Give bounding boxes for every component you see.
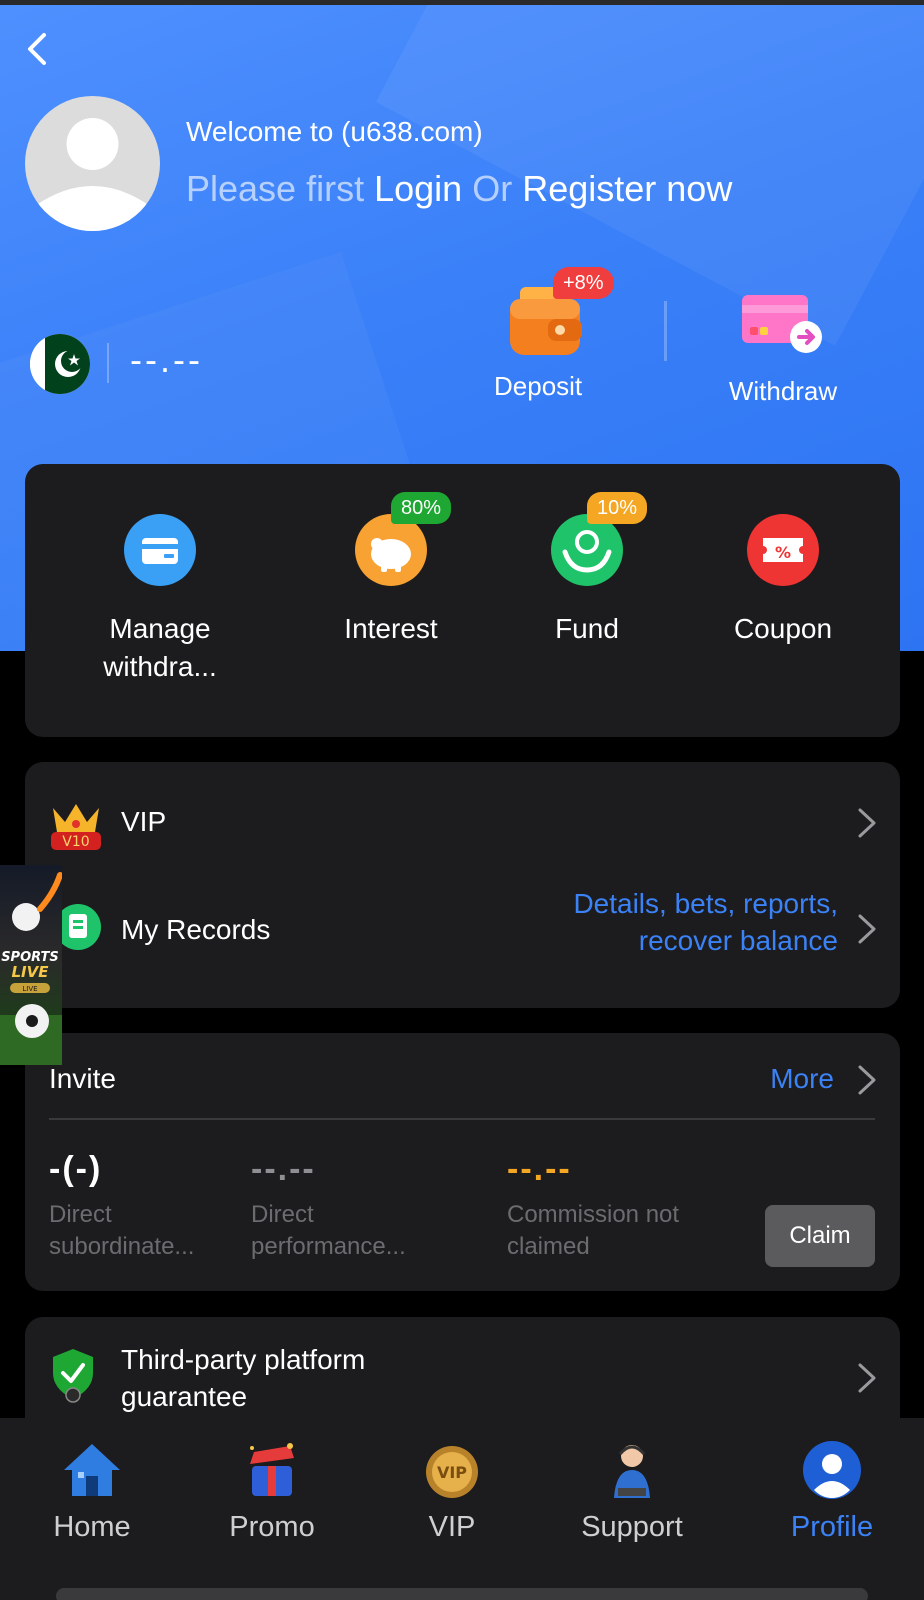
coupon-button[interactable]: % Coupon xyxy=(683,514,883,648)
vip-row[interactable]: V10 VIP xyxy=(25,762,900,886)
tab-home[interactable]: Home xyxy=(0,1440,184,1544)
vip-label: VIP xyxy=(121,806,167,837)
fund-button[interactable]: 10% Fund xyxy=(487,492,687,648)
quick-actions-card: Manage withdra... 80% Interest 10% Fund xyxy=(25,464,900,737)
quick-action-label: Coupon xyxy=(733,613,833,644)
menu-card: V10 VIP My Records Details, bets, report… xyxy=(25,762,900,1008)
tab-vip[interactable]: VIP VIP xyxy=(360,1440,544,1544)
my-records-row[interactable]: My Records Details, bets, reports, recov… xyxy=(25,886,900,1008)
quick-action-label: Fund xyxy=(555,613,619,644)
user-silhouette-icon xyxy=(35,118,150,231)
support-agent-icon xyxy=(614,1445,650,1498)
invite-more-link[interactable]: More xyxy=(770,1063,834,1095)
or-text: Or xyxy=(472,168,513,209)
ad-badge: LIVE xyxy=(22,985,37,993)
sports-live-floating-ad[interactable]: SPORTS LIVE LIVE xyxy=(0,865,62,1065)
claim-button[interactable]: Claim xyxy=(765,1205,875,1267)
register-link[interactable]: Register now xyxy=(522,168,732,209)
deposit-bonus-badge: +8% xyxy=(553,267,614,299)
interest-badge: 80% xyxy=(391,492,452,524)
withdraw-card-icon[interactable] xyxy=(742,295,826,355)
invite-title: Invite xyxy=(49,1063,116,1094)
commission-stat: --.-- Commission not claimed xyxy=(507,1149,717,1263)
fund-hands-icon: 10% xyxy=(551,492,648,586)
vip-level-text: V10 xyxy=(62,834,89,850)
home-indicator-area xyxy=(0,1570,924,1600)
stat-label: Direct subordinate... xyxy=(49,1201,195,1260)
invite-card: Invite More -(-) Direct subordinate... -… xyxy=(25,1033,900,1291)
vip-medal-icon: VIP xyxy=(426,1446,478,1498)
manage-withdrawal-button[interactable]: Manage withdra... xyxy=(60,514,260,686)
crown-icon: V10 xyxy=(51,804,101,850)
card-icon xyxy=(124,514,196,586)
interest-button[interactable]: 80% Interest xyxy=(291,492,491,648)
records-note-link[interactable]: Details, bets, reports, recover balance xyxy=(518,885,838,959)
tab-label: Promo xyxy=(229,1511,315,1543)
direct-performance-stat: --.-- Direct performance... xyxy=(251,1149,441,1263)
tab-support[interactable]: Support xyxy=(540,1440,724,1544)
chevron-right-icon xyxy=(858,808,876,838)
shield-check-icon xyxy=(53,1349,93,1403)
chevron-right-icon xyxy=(858,914,876,944)
home-indicator[interactable] xyxy=(56,1588,868,1600)
ad-line2: LIVE xyxy=(12,963,50,981)
balance-value: --.-- xyxy=(130,339,203,380)
coupon-icon: % xyxy=(747,514,819,586)
avatar[interactable] xyxy=(25,96,160,231)
stat-label: Direct performance... xyxy=(251,1201,406,1260)
profile-icon xyxy=(803,1441,861,1499)
login-link[interactable]: Login xyxy=(374,168,462,209)
stat-value: -(-) xyxy=(49,1150,103,1188)
tab-promo[interactable]: Promo xyxy=(180,1440,364,1544)
back-arrow-icon[interactable] xyxy=(22,29,56,69)
welcome-text: Welcome to (u638.com) xyxy=(186,116,483,147)
tab-label: Support xyxy=(581,1511,683,1543)
direct-subordinates-stat: -(-) Direct subordinate... xyxy=(49,1149,229,1263)
piggy-bank-icon: 80% xyxy=(355,492,452,586)
tab-label: VIP xyxy=(428,1511,476,1543)
promo-gift-icon xyxy=(250,1443,294,1496)
tab-profile[interactable]: Profile xyxy=(740,1440,924,1544)
my-records-label: My Records xyxy=(121,914,271,945)
bottom-tab-bar: Home Promo VIP VIP Support Profile xyxy=(0,1418,924,1570)
deposit-button[interactable]: Deposit xyxy=(494,371,614,402)
divider xyxy=(664,301,667,361)
pakistan-flag-icon[interactable] xyxy=(30,334,90,394)
chevron-right-icon xyxy=(858,1363,876,1393)
tab-label: Home xyxy=(53,1511,131,1543)
withdraw-button[interactable]: Withdraw xyxy=(728,371,838,411)
svg-text:VIP: VIP xyxy=(437,1463,467,1482)
svg-text:%: % xyxy=(775,543,791,562)
please-first-text: Please first xyxy=(186,168,365,209)
quick-action-label: Manage withdra... xyxy=(103,613,217,682)
quick-action-label: Interest xyxy=(344,613,438,644)
stat-value: --.-- xyxy=(507,1150,572,1188)
divider xyxy=(107,343,109,383)
home-icon xyxy=(64,1444,120,1496)
login-prompt: Please first Login Or Register now xyxy=(186,168,732,210)
third-party-row[interactable]: Third-party platform guarantee xyxy=(25,1317,900,1427)
stat-label: Commission not claimed xyxy=(507,1201,680,1260)
fund-badge: 10% xyxy=(587,492,648,524)
tab-label: Profile xyxy=(790,1511,874,1543)
sports-live-banner-icon: SPORTS LIVE LIVE xyxy=(0,872,62,1065)
divider xyxy=(49,1118,875,1120)
third-party-label: Third-party platform guarantee xyxy=(121,1344,366,1412)
chevron-right-icon[interactable] xyxy=(856,1063,878,1097)
stat-value: --.-- xyxy=(251,1150,316,1188)
